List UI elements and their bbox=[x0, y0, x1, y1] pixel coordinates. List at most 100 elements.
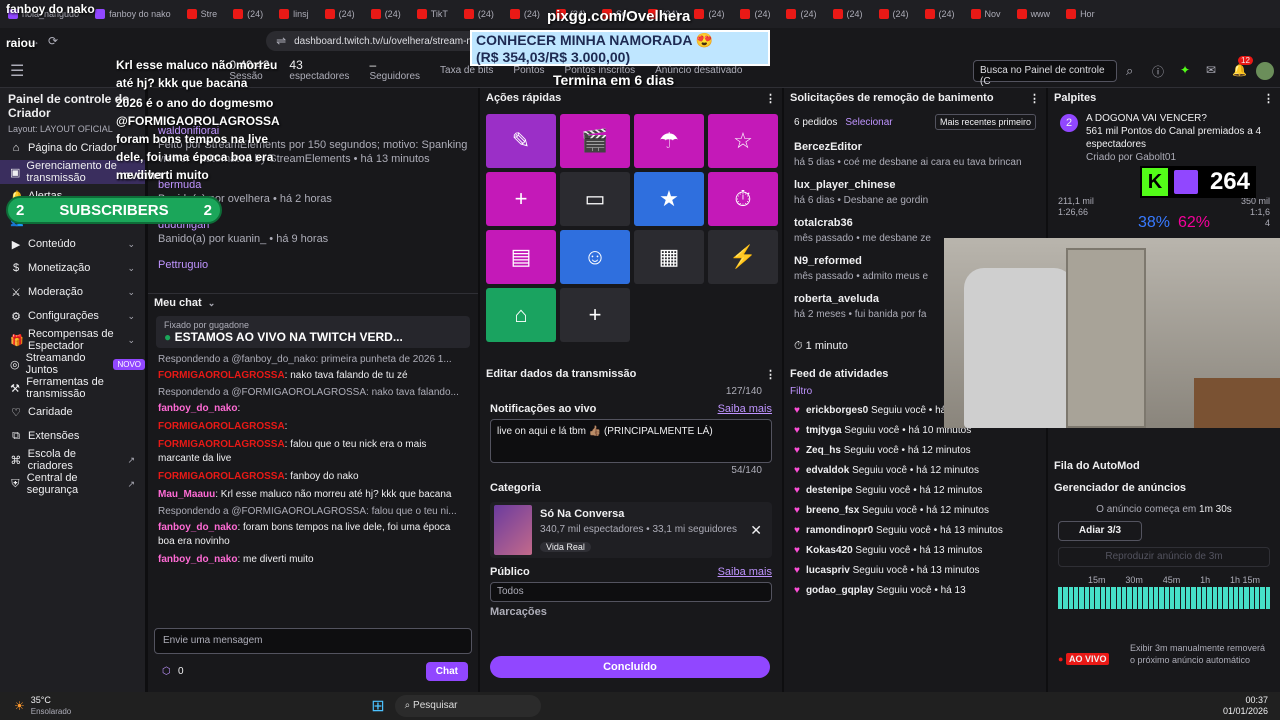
channel-points-icon[interactable]: ⬡ bbox=[162, 666, 171, 677]
sidebar-item[interactable]: ♡ Caridade bbox=[0, 400, 145, 424]
feed-item[interactable]: ♥ destenipe Seguiu você • há 12 minutos bbox=[784, 481, 1046, 501]
unban-select-link[interactable]: Selecionar bbox=[845, 117, 892, 128]
chat-message[interactable]: Mau_Maauu: Krl esse maluco não morreu at… bbox=[148, 486, 478, 504]
unban-request-row[interactable]: lux_player_chinese há 6 dias • Desbane ae… bbox=[784, 174, 1046, 212]
chat-username[interactable]: fanboy_do_nako bbox=[158, 554, 237, 565]
feed-user[interactable]: Zeq_hs bbox=[806, 445, 841, 456]
chat-message[interactable]: fanboy_do_nako: foram bons tempos na liv… bbox=[148, 519, 478, 551]
chat-username[interactable]: fanboy_do_nako bbox=[158, 522, 237, 533]
unban-user[interactable]: totalcrab36 bbox=[794, 217, 853, 229]
chat-username[interactable]: FORMIGAOROLAGROSSA bbox=[158, 439, 285, 450]
feed-item[interactable]: ♥ godao_gqplay Seguiu você • há 13 bbox=[784, 581, 1046, 601]
quick-action-button[interactable]: ⏱ bbox=[708, 172, 778, 226]
feed-user[interactable]: Kokas420 bbox=[806, 545, 853, 556]
unban-user[interactable]: BercezEditor bbox=[794, 141, 862, 153]
chat-username[interactable]: FORMIGAOROLAGROSSA bbox=[158, 421, 285, 432]
quick-action-button[interactable]: ▤ bbox=[486, 230, 556, 284]
prediction-card[interactable]: 2 A DOGONA VAI VENCER? 561 mil Pontos do… bbox=[1048, 108, 1280, 168]
category-tag[interactable]: Vida Real bbox=[540, 541, 591, 552]
chat-message[interactable]: FORMIGAOROLAGROSSA: fanboy do nako bbox=[148, 468, 478, 486]
category-card[interactable]: Só Na Conversa 340,7 mil espectadores • … bbox=[490, 502, 772, 558]
feed-item[interactable]: ♥ Kokas420 Seguiu você • há 13 minutos bbox=[784, 541, 1046, 561]
quick-action-button[interactable]: ☺ bbox=[560, 230, 630, 284]
chevron-down-icon[interactable]: ⌄ bbox=[208, 298, 216, 309]
chat-input[interactable]: Envie uma mensagem bbox=[154, 628, 472, 654]
quick-action-button[interactable]: ⚡ bbox=[708, 230, 778, 284]
chat-send-button[interactable]: Chat bbox=[425, 662, 468, 681]
browser-tab[interactable]: (24) bbox=[317, 0, 363, 28]
sidebar-item[interactable]: ◎ Streamando Juntos NOVO bbox=[0, 352, 145, 376]
browser-tab[interactable]: (24) bbox=[686, 0, 732, 28]
browser-tab[interactable]: (24) bbox=[363, 0, 409, 28]
chat-message[interactable]: FORMIGAOROLAGROSSA: nako tava falando de… bbox=[148, 367, 478, 385]
notif-textarea[interactable]: live on aqui e lá tbm 👍🏽 (PRINCIPALMENTE… bbox=[490, 419, 772, 463]
search-icon[interactable]: ⌕ bbox=[1126, 63, 1133, 79]
browser-tab[interactable]: www bbox=[1009, 0, 1059, 28]
sidebar-item[interactable]: ⌘ Escola de criadores ↗ bbox=[0, 448, 145, 472]
sidebar-item[interactable]: ⚒ Ferramentas de transmissão bbox=[0, 376, 145, 400]
feed-user[interactable]: breeno_fsx bbox=[806, 505, 859, 516]
more-icon[interactable]: ⋮ bbox=[765, 92, 776, 105]
browser-tab[interactable]: (24) bbox=[225, 0, 271, 28]
feed-user[interactable]: lucaspriv bbox=[806, 565, 850, 576]
sidebar-item[interactable]: 🎁 Recompensas de Espectador ⌄ bbox=[0, 328, 145, 352]
browser-tab[interactable]: Hor bbox=[1058, 0, 1103, 28]
browser-tab[interactable]: linsj bbox=[271, 0, 317, 28]
chat-message[interactable]: fanboy_do_nako: me diverti muito bbox=[148, 551, 478, 569]
clock[interactable]: 00:37 01/01/2026 bbox=[1223, 695, 1268, 717]
dashboard-search-input[interactable]: Busca no Painel de controle (C bbox=[973, 60, 1117, 87]
browser-tab[interactable]: (24) bbox=[917, 0, 963, 28]
site-info-icon[interactable]: ⇌ bbox=[276, 34, 286, 48]
feed-user[interactable]: ramondinopr0 bbox=[806, 525, 873, 536]
feed-item[interactable]: ♥ breeno_fsx Seguiu você • há 12 minutos bbox=[784, 501, 1046, 521]
chat-username[interactable]: FORMIGAOROLAGROSSA bbox=[158, 471, 285, 482]
audience-learn-more-link[interactable]: Saiba mais bbox=[718, 566, 772, 578]
browser-tab[interactable]: (24) bbox=[825, 0, 871, 28]
audience-select[interactable]: Todos bbox=[490, 582, 772, 602]
quick-action-button[interactable]: ⌂ bbox=[486, 288, 556, 342]
kick-icon[interactable]: ✦ bbox=[1180, 63, 1190, 77]
unban-sort-select[interactable]: Mais recentes primeiro bbox=[934, 114, 1036, 130]
feed-user[interactable]: erickborges0 bbox=[806, 405, 868, 416]
mod-activity-row[interactable]: Pettruguio bbox=[148, 252, 478, 278]
sidebar-item[interactable]: ▶ Conteúdo ⌄ bbox=[0, 232, 145, 256]
browser-tab[interactable]: (24) bbox=[732, 0, 778, 28]
feed-item[interactable]: ♥ lucaspriv Seguiu você • há 13 minutos bbox=[784, 561, 1046, 581]
feed-user[interactable]: destenipe bbox=[806, 485, 853, 496]
weather-widget[interactable]: 35°C Ensolarado bbox=[31, 695, 71, 717]
more-icon[interactable]: ⋮ bbox=[765, 368, 776, 381]
quick-action-button[interactable]: + bbox=[560, 288, 630, 342]
feed-user[interactable]: tmjtyga bbox=[806, 425, 842, 436]
close-icon[interactable]: ✕ bbox=[750, 522, 762, 539]
taskbar-search[interactable]: ⌕ Pesquisar bbox=[394, 695, 541, 717]
done-button[interactable]: Concluído bbox=[490, 656, 770, 678]
quick-action-button[interactable]: ☂ bbox=[634, 114, 704, 168]
unban-request-row[interactable]: BercezEditor há 5 dias • coé me desbane a… bbox=[784, 136, 1046, 174]
chat-message[interactable]: FORMIGAOROLAGROSSA: bbox=[148, 418, 478, 436]
unban-user[interactable]: lux_player_chinese bbox=[794, 179, 896, 191]
sidebar-item[interactable]: $ Monetização ⌄ bbox=[0, 256, 145, 280]
menu-icon[interactable]: ☰ bbox=[0, 61, 34, 81]
chat-username[interactable]: Mau_Maauu bbox=[158, 489, 215, 500]
more-icon[interactable]: ⋮ bbox=[1029, 92, 1040, 105]
browser-tab[interactable]: Nov bbox=[963, 0, 1009, 28]
browser-tab[interactable]: (24) bbox=[778, 0, 824, 28]
more-icon[interactable]: ⋮ bbox=[1263, 92, 1274, 105]
feed-user[interactable]: godao_gqplay bbox=[806, 585, 874, 596]
unban-user[interactable]: roberta_aveluda bbox=[794, 293, 879, 305]
chat-message[interactable]: FORMIGAOROLAGROSSA: falou que o teu nick… bbox=[148, 436, 478, 468]
browser-tab[interactable]: (24) bbox=[871, 0, 917, 28]
inbox-icon[interactable]: ✉ bbox=[1206, 63, 1216, 77]
quick-action-button[interactable]: ✎ bbox=[486, 114, 556, 168]
delay-ad-button[interactable]: Adiar 3/3 bbox=[1058, 521, 1142, 541]
windows-start-icon[interactable]: ⊞ bbox=[371, 696, 384, 716]
pinned-message[interactable]: Fixado por gugadone ● ESTAMOS AO VIVO NA… bbox=[156, 316, 470, 348]
sidebar-item[interactable]: ⛨ Central de segurança ↗ bbox=[0, 472, 145, 496]
sidebar-item[interactable]: ⚔ Moderação ⌄ bbox=[0, 280, 145, 304]
ad-timeline[interactable] bbox=[1058, 587, 1271, 609]
run-ad-button[interactable]: Reproduzir anúncio de 3m bbox=[1058, 547, 1270, 567]
quick-action-button[interactable]: + bbox=[486, 172, 556, 226]
sidebar-item[interactable]: ⚙ Configurações ⌄ bbox=[0, 304, 145, 328]
quick-action-button[interactable]: 🎬 bbox=[560, 114, 630, 168]
notif-learn-more-link[interactable]: Saiba mais bbox=[718, 403, 772, 415]
